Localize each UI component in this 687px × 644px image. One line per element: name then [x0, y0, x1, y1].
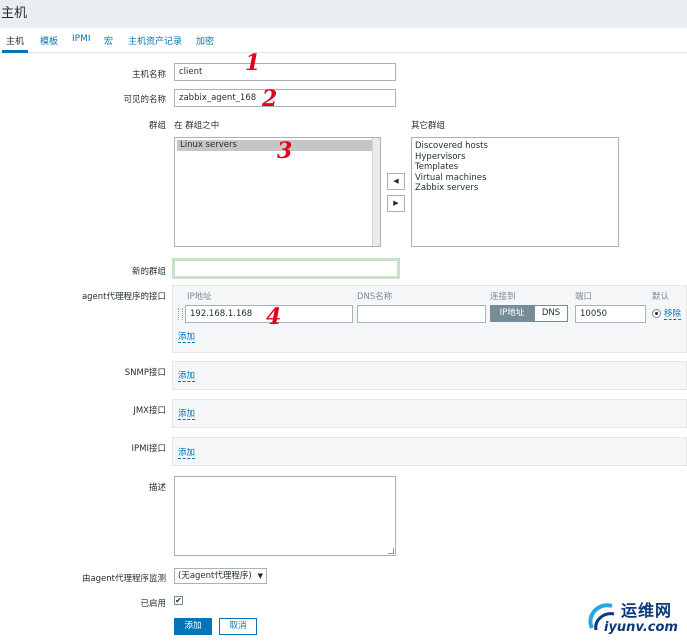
annotation-4: 4	[266, 304, 282, 330]
tab-host[interactable]: 主机	[6, 34, 24, 47]
list-item[interactable]: Zabbix servers	[412, 183, 618, 194]
proxy-select-value: (无agent代理程序)	[178, 571, 252, 581]
snmp-label: SNMP接口	[124, 368, 166, 378]
connect-ip-toggle[interactable]: IP地址	[490, 305, 534, 322]
description-textarea[interactable]	[174, 476, 396, 556]
ipmi-label: IPMI接口	[131, 444, 166, 454]
connect-dns-toggle[interactable]: DNS	[534, 305, 568, 322]
agent-port-input[interactable]: 10050	[575, 305, 646, 323]
agent-interfaces-label: agent代理程序的接口	[81, 292, 166, 302]
page-header: 主机	[0, 0, 687, 28]
snmp-panel	[172, 361, 687, 390]
list-item[interactable]: Hypervisors	[412, 152, 618, 163]
other-groups-label: 其它群组	[411, 121, 446, 131]
cancel-button[interactable]: 取消	[219, 618, 257, 635]
default-interface-radio[interactable]	[652, 309, 661, 318]
new-group-label: 新的群组	[131, 267, 166, 277]
tab-macros[interactable]: 宏	[104, 34, 113, 47]
list-item[interactable]: Linux servers	[177, 140, 372, 151]
hostname-label: 主机名称	[131, 70, 166, 80]
groups-label: 群组	[148, 121, 166, 131]
add-jmx-interface-link[interactable]: 添加	[178, 409, 196, 420]
page-title: 主机	[1, 6, 28, 21]
enabled-checkbox[interactable]: ✔	[174, 596, 183, 605]
add-snmp-interface-link[interactable]: 添加	[178, 371, 196, 382]
move-left-button[interactable]: ◀	[387, 173, 405, 190]
resize-grip-icon[interactable]	[388, 548, 394, 554]
drag-handle-icon[interactable]	[178, 308, 183, 320]
active-tab-indicator	[2, 50, 28, 53]
chevron-down-icon: ▼	[257, 572, 263, 580]
tab-templates[interactable]: 模板	[40, 34, 58, 47]
move-right-button[interactable]: ▶	[387, 195, 405, 212]
listbox-scrollbar[interactable]	[372, 138, 380, 246]
enabled-label: 已启用	[140, 599, 166, 609]
jmx-label: JMX接口	[133, 406, 166, 416]
tab-ipmi[interactable]: IPMI	[72, 34, 91, 44]
tab-inventory[interactable]: 主机资产记录	[128, 34, 182, 47]
watermark-logo: 运维网 iyunv.com	[584, 596, 684, 640]
visible-name-label: 可见的名称	[123, 95, 166, 105]
ipmi-panel	[172, 437, 687, 466]
annotation-3: 3	[277, 138, 293, 164]
description-label: 描述	[148, 483, 166, 493]
watermark-cn: 运维网	[621, 601, 673, 620]
list-item[interactable]: Templates	[412, 162, 618, 173]
watermark-en: iyunv.com	[604, 620, 678, 635]
tab-encryption[interactable]: 加密	[196, 34, 214, 47]
list-item[interactable]: Virtual machines	[412, 173, 618, 184]
dns-header: DNS名称	[357, 292, 393, 302]
visible-name-input[interactable]: zabbix_agent_168	[174, 89, 396, 107]
annotation-2: 2	[262, 86, 278, 112]
hostname-input[interactable]: client	[174, 63, 396, 81]
add-ipmi-interface-link[interactable]: 添加	[178, 448, 196, 459]
other-groups-listbox[interactable]: Discovered hosts Hypervisors Templates V…	[411, 137, 619, 247]
ip-header: IP地址	[187, 292, 212, 302]
annotation-1: 1	[245, 50, 261, 76]
proxy-select[interactable]: (无agent代理程序) ▼	[174, 568, 267, 584]
add-agent-interface-link[interactable]: 添加	[178, 332, 196, 343]
remove-interface-link[interactable]: 移除	[664, 309, 682, 320]
agent-dns-input[interactable]	[357, 305, 486, 323]
jmx-panel	[172, 399, 687, 428]
proxy-label: 由agent代理程序监测	[81, 574, 166, 584]
connect-header: 连接到	[490, 292, 516, 302]
tab-bar: 主机 模板 IPMI 宏 主机资产记录 加密	[0, 28, 687, 53]
new-group-input[interactable]	[172, 258, 400, 279]
add-button[interactable]: 添加	[174, 618, 212, 635]
default-header: 默认	[652, 292, 670, 302]
port-header: 端口	[575, 292, 593, 302]
list-item[interactable]: Discovered hosts	[412, 141, 618, 152]
in-groups-label: 在 群组之中	[174, 121, 220, 131]
